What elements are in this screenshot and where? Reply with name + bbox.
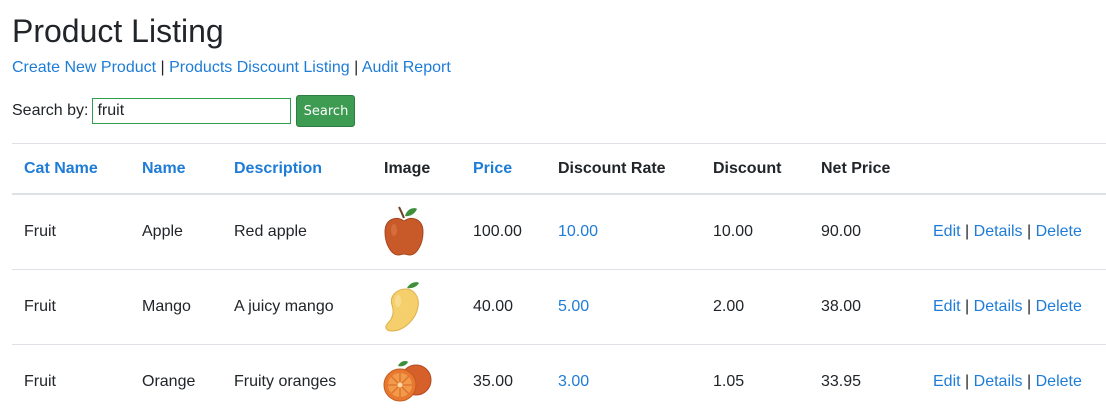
net-price-cell: 33.95 xyxy=(809,344,921,419)
sort-cat-name-header[interactable]: Cat Name xyxy=(12,143,130,195)
name-cell: Orange xyxy=(130,344,222,419)
image-cell xyxy=(372,269,461,345)
delete-link[interactable]: Delete xyxy=(1036,373,1082,390)
action-separator: | xyxy=(1027,298,1032,315)
delete-link[interactable]: Delete xyxy=(1036,223,1082,240)
name-cell: Mango xyxy=(130,269,222,345)
top-links: Create New Product | Products Discount L… xyxy=(12,58,451,78)
sort-description-header[interactable]: Description xyxy=(222,143,372,195)
details-link[interactable]: Details xyxy=(974,223,1023,240)
create-new-product-link[interactable]: Create New Product xyxy=(12,59,156,76)
image-cell xyxy=(372,194,461,270)
table-header-row: Cat Name Name Description Image Price Di… xyxy=(12,143,1106,195)
link-separator: | xyxy=(354,59,359,76)
price-cell: 100.00 xyxy=(473,223,522,240)
edit-link[interactable]: Edit xyxy=(933,298,961,315)
audit-report-link[interactable]: Audit Report xyxy=(362,59,451,76)
discount-rate-cell: 10.00 xyxy=(558,223,599,240)
discount-cell: 2.00 xyxy=(701,269,809,345)
mango-icon xyxy=(385,282,419,332)
net-price-cell: 90.00 xyxy=(821,223,862,240)
action-separator: | xyxy=(965,298,970,315)
discount-rate-header: Discount Rate xyxy=(546,143,701,195)
discount-cell: 1.05 xyxy=(701,344,809,419)
description-cell: Red apple xyxy=(234,223,307,240)
actions-header xyxy=(921,143,1106,195)
name-cell: Apple xyxy=(142,223,183,240)
action-separator: | xyxy=(1027,223,1032,240)
orange-icon xyxy=(383,361,432,402)
products-discount-listing-link[interactable]: Products Discount Listing xyxy=(169,59,350,76)
discount-rate-cell: 3.00 xyxy=(546,344,701,419)
table-row: Fruit Orange Fruity oranges 35.00 3.00 1… xyxy=(12,344,1106,419)
table-row: Fruit Apple Red apple 100.00 10.00 10.00… xyxy=(12,194,1106,270)
net-price-header: Net Price xyxy=(809,143,921,195)
details-link[interactable]: Details xyxy=(974,298,1023,315)
actions-cell: Edit | Details | Delete xyxy=(921,269,1106,345)
price-cell: 35.00 xyxy=(461,344,546,419)
image-header: Image xyxy=(372,143,461,195)
action-separator: | xyxy=(965,223,970,240)
page-title: Product Listing xyxy=(12,13,224,49)
sort-price-header[interactable]: Price xyxy=(461,143,546,195)
search-input[interactable] xyxy=(92,98,292,124)
actions-cell: Edit | Details | Delete xyxy=(921,194,1106,270)
action-separator: | xyxy=(965,373,970,390)
search-label: Search by: xyxy=(12,102,89,119)
table-row: Fruit Mango A juicy mango 40.00 5.00 2.0… xyxy=(12,269,1106,345)
actions-cell: Edit | Details | Delete xyxy=(921,344,1106,419)
delete-link[interactable]: Delete xyxy=(1036,298,1082,315)
apple-icon xyxy=(384,206,424,256)
product-table: Cat Name Name Description Image Price Di… xyxy=(12,143,1106,419)
sort-name-header[interactable]: Name xyxy=(130,143,222,195)
edit-link[interactable]: Edit xyxy=(933,373,961,390)
details-link[interactable]: Details xyxy=(974,373,1023,390)
discount-rate-cell: 5.00 xyxy=(546,269,701,345)
link-separator: | xyxy=(160,59,165,76)
net-price-cell: 38.00 xyxy=(809,269,921,345)
search-button[interactable]: Search xyxy=(296,95,356,127)
price-cell: 40.00 xyxy=(461,269,546,345)
description-cell: A juicy mango xyxy=(222,269,372,345)
cat-name-cell: Fruit xyxy=(12,269,130,345)
description-cell: Fruity oranges xyxy=(222,344,372,419)
edit-link[interactable]: Edit xyxy=(933,223,961,240)
search-bar: Search by: Search xyxy=(12,95,356,127)
cat-name-cell: Fruit xyxy=(12,344,130,419)
discount-header: Discount xyxy=(701,143,809,195)
action-separator: | xyxy=(1027,373,1032,390)
image-cell xyxy=(372,344,461,419)
cat-name-cell: Fruit xyxy=(24,223,56,240)
discount-cell: 10.00 xyxy=(713,223,754,240)
